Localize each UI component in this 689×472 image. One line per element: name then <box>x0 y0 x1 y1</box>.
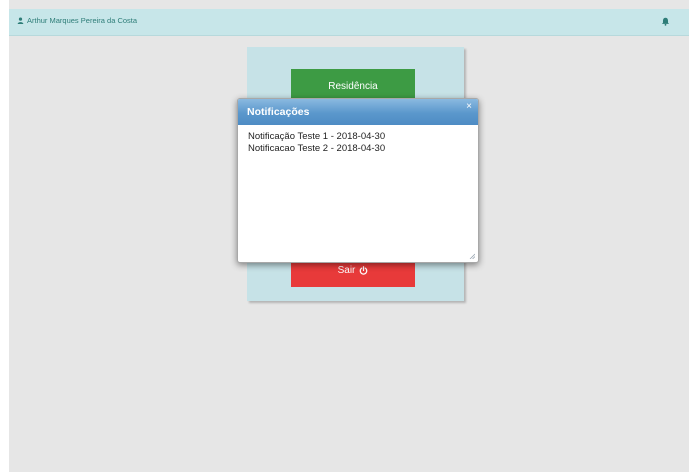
close-icon[interactable]: × <box>466 102 472 112</box>
bell-icon[interactable] <box>661 17 670 26</box>
top-navbar: Arthur Marques Pereira da Costa <box>9 9 689 36</box>
notification-item: Notificação Teste 1 - 2018-04-30 <box>248 131 386 142</box>
user-name: Arthur Marques Pereira da Costa <box>27 16 138 25</box>
user-icon <box>17 17 24 24</box>
notifications-dialog: Notificações × Notificação Teste 1 - 201… <box>237 98 479 263</box>
residence-button-label: Residência <box>328 80 378 92</box>
user-info[interactable]: Arthur Marques Pereira da Costa <box>17 16 137 25</box>
dialog-title: Notificações <box>247 106 310 118</box>
logout-button-label: Sair <box>337 264 356 276</box>
notification-item: Notificacao Teste 2 - 2018-04-30 <box>248 143 386 154</box>
notification-list: Notificação Teste 1 - 2018-04-30 Notific… <box>248 131 385 155</box>
power-icon <box>360 265 368 275</box>
dialog-header[interactable]: Notificações × <box>238 99 478 125</box>
app-viewport: Arthur Marques Pereira da Costa Residênc… <box>9 0 689 472</box>
resize-handle-icon[interactable] <box>469 253 475 259</box>
